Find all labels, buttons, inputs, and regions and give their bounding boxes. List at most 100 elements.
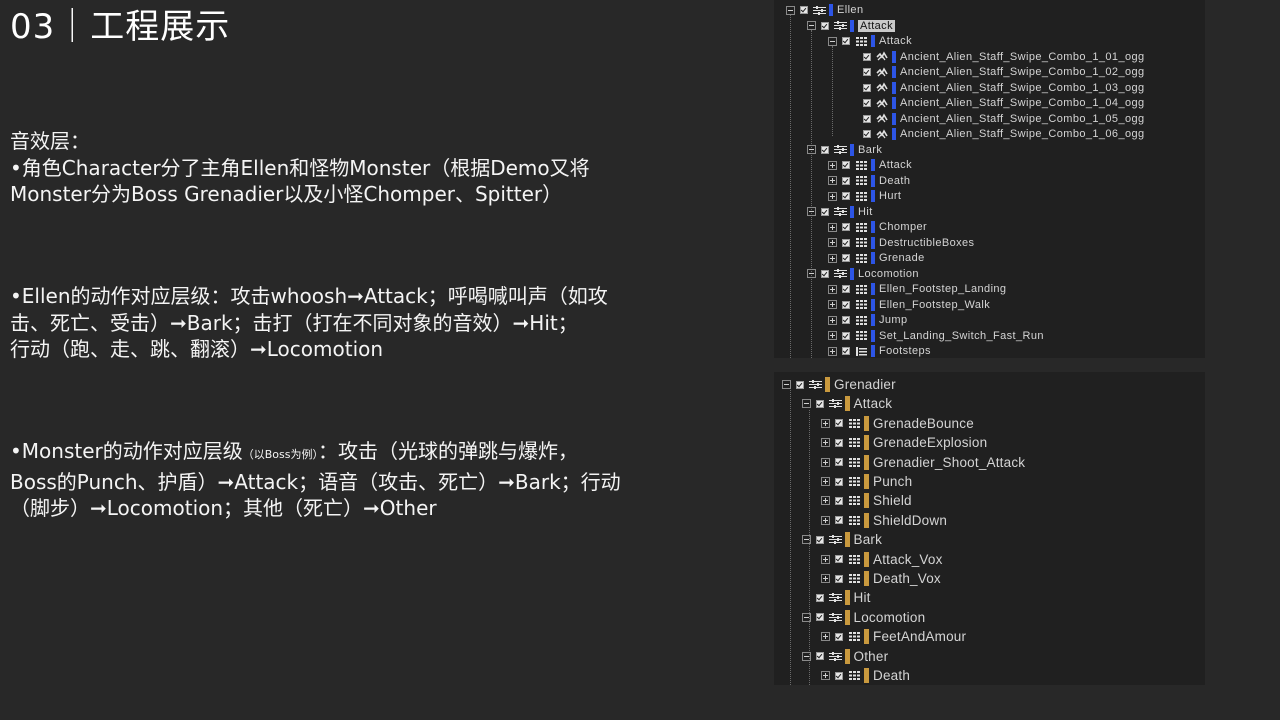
include-checkbox[interactable] (842, 192, 850, 200)
expand-toggle[interactable] (821, 496, 830, 506)
include-checkbox[interactable] (842, 238, 850, 247)
include-checkbox[interactable] (863, 130, 871, 138)
include-checkbox[interactable] (842, 223, 850, 231)
tree-row[interactable]: Bark (801, 530, 883, 549)
include-checkbox[interactable] (842, 254, 850, 262)
include-checkbox[interactable] (815, 535, 824, 544)
collapse-toggle[interactable] (807, 145, 816, 154)
expand-toggle[interactable] (821, 574, 830, 583)
include-checkbox[interactable] (800, 6, 808, 14)
expand-toggle[interactable] (821, 515, 830, 525)
ellen-hierarchy-panel[interactable]: Ellen Attack Attack Ancient_Alien_Staff_Swi… (774, 0, 1205, 358)
tree-row[interactable]: Death_Vox (821, 569, 941, 588)
expand-toggle[interactable] (828, 346, 837, 356)
tree-row[interactable]: Death (821, 666, 910, 685)
expand-toggle[interactable] (828, 238, 837, 247)
expand-toggle[interactable] (821, 457, 830, 467)
tree-row[interactable]: Locomotion (801, 608, 926, 627)
expand-toggle[interactable] (828, 160, 837, 170)
tree-row[interactable]: Attack_Vox (821, 550, 943, 569)
collapse-toggle[interactable] (807, 21, 816, 30)
include-checkbox[interactable] (815, 652, 824, 661)
include-checkbox[interactable] (835, 438, 843, 447)
include-checkbox[interactable] (835, 516, 843, 525)
include-checkbox[interactable] (842, 37, 850, 45)
collapse-toggle[interactable] (801, 535, 811, 545)
expand-toggle[interactable] (828, 300, 837, 309)
tree-row[interactable]: Hurt (828, 188, 901, 204)
include-checkbox[interactable] (863, 52, 871, 61)
tree-row[interactable]: Ancient_Alien_Staff_Swipe_Combo_1_02_ogg (849, 64, 1145, 80)
tree-row[interactable]: Death (828, 173, 910, 189)
tree-row[interactable]: Footsteps (828, 343, 931, 358)
include-checkbox[interactable] (842, 161, 850, 169)
tree-row[interactable]: Attack (828, 33, 912, 49)
collapse-toggle[interactable] (801, 399, 811, 409)
include-checkbox[interactable] (835, 574, 843, 583)
expand-toggle[interactable] (828, 176, 837, 185)
expand-toggle[interactable] (821, 477, 830, 486)
include-checkbox[interactable] (863, 83, 871, 92)
tree-row[interactable]: Ancient_Alien_Staff_Swipe_Combo_1_03_ogg (849, 80, 1145, 96)
include-checkbox[interactable] (835, 671, 843, 680)
include-checkbox[interactable] (835, 632, 843, 641)
tree-row[interactable]: Set_Landing_Switch_Fast_Run (828, 328, 1044, 344)
include-checkbox[interactable] (835, 477, 843, 486)
tree-row[interactable]: Jump (828, 312, 908, 328)
collapse-toggle[interactable] (807, 269, 816, 278)
include-checkbox[interactable] (842, 176, 850, 185)
include-checkbox[interactable] (842, 331, 850, 340)
expand-toggle[interactable] (828, 284, 837, 294)
expand-toggle[interactable] (828, 253, 837, 263)
tree-row[interactable]: Chomper (828, 219, 927, 235)
include-checkbox[interactable] (821, 207, 829, 216)
tree-row[interactable]: GrenadeExplosion (821, 433, 987, 452)
include-checkbox[interactable] (842, 300, 850, 309)
tree-row[interactable]: Grenadier (782, 375, 896, 394)
tree-row[interactable]: Punch (821, 472, 912, 491)
include-checkbox[interactable] (821, 145, 829, 154)
tree-row[interactable]: Attack (801, 394, 893, 413)
include-checkbox[interactable] (842, 347, 850, 355)
tree-row[interactable]: Ancient_Alien_Staff_Swipe_Combo_1_05_ogg (849, 111, 1145, 127)
tree-row[interactable]: Shield (821, 491, 912, 510)
tree-row[interactable]: Bark (807, 142, 882, 158)
include-checkbox[interactable] (815, 399, 824, 408)
include-checkbox[interactable] (842, 285, 850, 293)
include-checkbox[interactable] (863, 99, 871, 107)
tree-row[interactable]: Hit (802, 588, 871, 607)
tree-row[interactable]: Locomotion (807, 266, 919, 282)
grenadier-hierarchy-panel[interactable]: Grenadier Attack GrenadeBounce GrenadeExplo… (774, 372, 1205, 685)
expand-toggle[interactable] (821, 632, 830, 642)
tree-row[interactable]: Attack (807, 18, 895, 34)
tree-row[interactable]: GrenadeBounce (821, 414, 974, 433)
collapse-toggle[interactable] (801, 612, 811, 622)
tree-row[interactable]: Attack (828, 157, 912, 173)
expand-toggle[interactable] (821, 438, 830, 448)
expand-toggle[interactable] (828, 331, 837, 340)
include-checkbox[interactable] (821, 269, 829, 278)
expand-toggle[interactable] (828, 315, 837, 325)
include-checkbox[interactable] (835, 458, 843, 467)
include-checkbox[interactable] (835, 419, 843, 428)
include-checkbox[interactable] (821, 21, 829, 30)
collapse-toggle[interactable] (828, 36, 837, 46)
tree-row[interactable]: DestructibleBoxes (828, 235, 974, 251)
tree-row[interactable]: Grenade (828, 250, 925, 266)
tree-row[interactable]: Ellen_Footstep_Landing (828, 281, 1006, 297)
include-checkbox[interactable] (863, 114, 871, 123)
expand-toggle[interactable] (828, 222, 837, 232)
tree-row[interactable]: FeetAndAmour (821, 627, 966, 646)
tree-row[interactable]: ShieldDown (821, 511, 947, 530)
tree-row[interactable]: Ancient_Alien_Staff_Swipe_Combo_1_01_ogg (849, 49, 1145, 65)
include-checkbox[interactable] (863, 68, 871, 76)
include-checkbox[interactable] (835, 555, 843, 564)
include-checkbox[interactable] (835, 496, 843, 505)
collapse-toggle[interactable] (807, 207, 816, 216)
include-checkbox[interactable] (815, 593, 824, 602)
include-checkbox[interactable] (796, 380, 804, 389)
tree-row[interactable]: Other (801, 647, 889, 666)
tree-row[interactable]: Ancient_Alien_Staff_Swipe_Combo_1_06_ogg (849, 126, 1145, 142)
include-checkbox[interactable] (815, 613, 824, 622)
tree-row[interactable]: Hit (807, 204, 873, 220)
